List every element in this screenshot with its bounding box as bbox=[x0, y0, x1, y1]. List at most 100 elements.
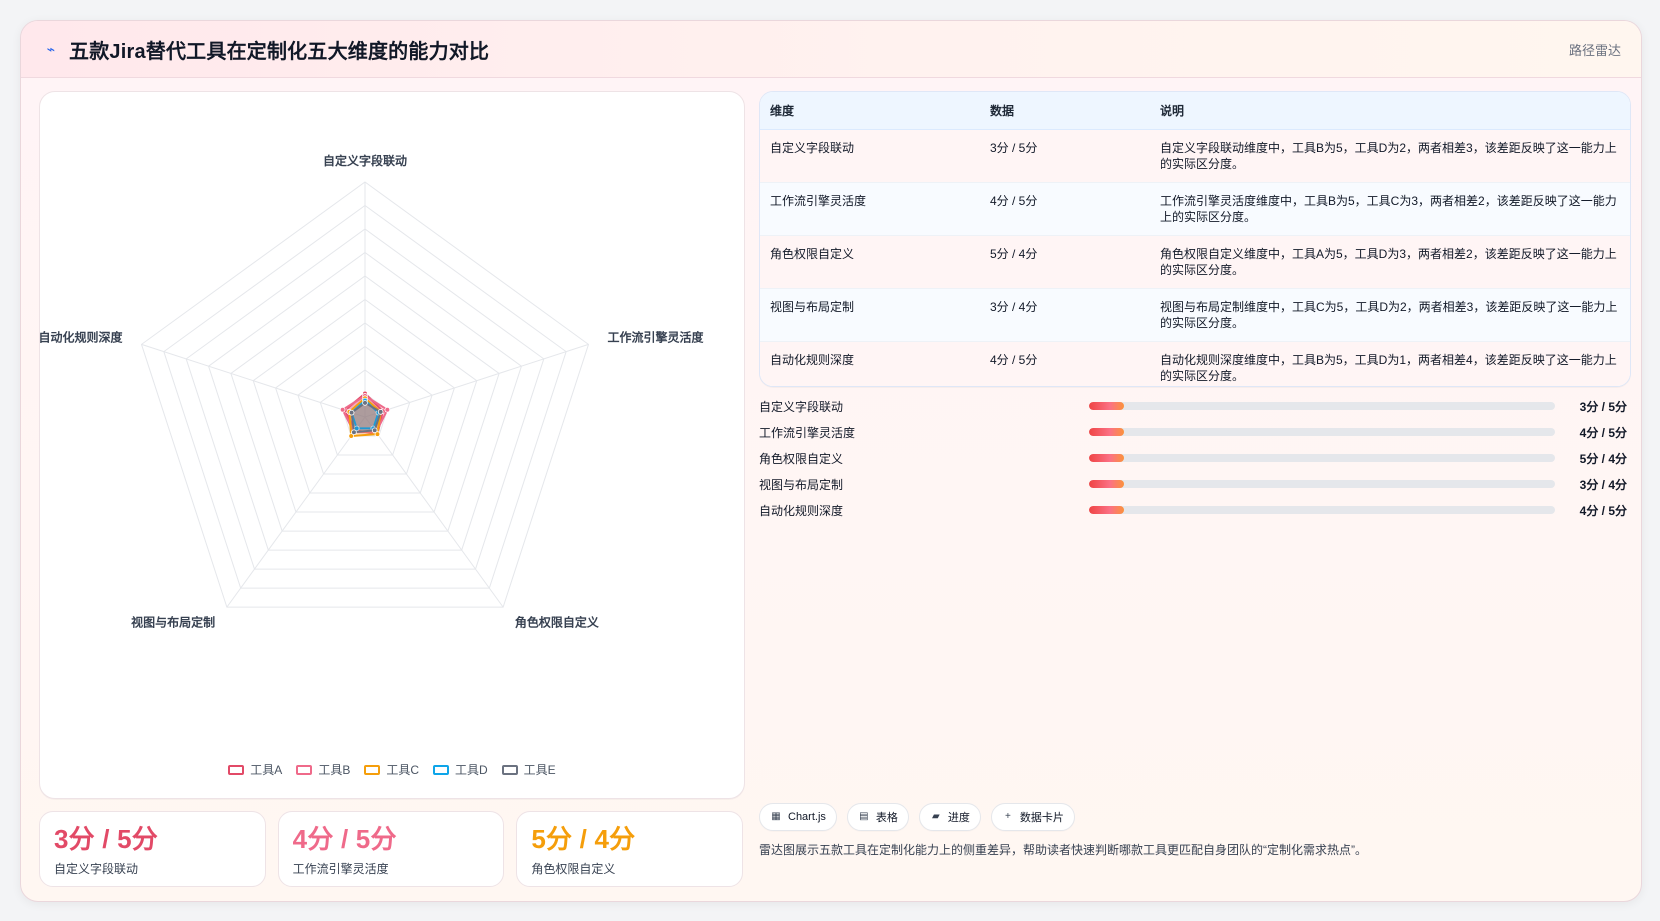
radar-point bbox=[339, 406, 346, 413]
progress-value: 4分 / 5分 bbox=[1579, 425, 1627, 440]
progress-label: 自动化规则深度 bbox=[759, 503, 844, 518]
legend-label: 工具E bbox=[523, 763, 556, 777]
chips: ▦ Chart.js ▤ 表格 ▰ 进度 + 数据卡片 bbox=[759, 803, 1629, 831]
stat-value-3: 5分 / 4分 bbox=[531, 824, 636, 854]
data-table: 维度 数据 说明 自定义字段联动 3分 / 5分 自定义字段联动维度中，工具B为… bbox=[760, 92, 1630, 386]
table-row: 自定义字段联动 3分 / 5分 自定义字段联动维度中，工具B为5，工具D为2，两… bbox=[760, 129, 1630, 183]
radar-point bbox=[351, 429, 357, 436]
progress-row: 工作流引擎灵活度 4分 / 5分 bbox=[759, 423, 1629, 441]
progress-bar bbox=[1089, 480, 1555, 488]
table-header-row: 维度 数据 说明 bbox=[760, 92, 1630, 130]
radar-series bbox=[339, 390, 391, 439]
title-wrap: ⌁ 五款Jira替代工具在定制化五大维度的能力对比 bbox=[43, 35, 489, 64]
stat-value-2: 4分 / 5分 bbox=[292, 824, 397, 854]
table-body: 自定义字段联动 3分 / 5分 自定义字段联动维度中，工具B为5，工具D为2，两… bbox=[760, 129, 1630, 386]
legend: 工具A 工具B 工具C 工具D 工具E bbox=[40, 761, 744, 778]
progress-label: 视图与布局定制 bbox=[759, 477, 844, 492]
progress-value: 3分 / 4分 bbox=[1579, 477, 1627, 492]
progress-fill bbox=[1089, 402, 1124, 410]
footer-note: 雷达图展示五款工具在定制化能力上的侧重差异，帮助读者快速判断哪款工具更匹配自身团… bbox=[759, 843, 1367, 857]
chip-progress[interactable]: ▰ 进度 bbox=[918, 803, 981, 831]
stat-label-2: 工作流引擎灵活度 bbox=[292, 862, 389, 876]
table-cell-dim: 自定义字段联动 bbox=[760, 129, 980, 183]
progress-row: 角色权限自定义 5分 / 4分 bbox=[759, 449, 1629, 467]
table-header-note: 说明 bbox=[1150, 92, 1630, 130]
legend-swatch bbox=[296, 764, 313, 775]
legend-label: 工具A bbox=[250, 763, 283, 777]
chart-icon: ▦ bbox=[771, 811, 781, 822]
table-cell-data: 4分 / 5分 bbox=[980, 182, 1150, 236]
dashboard-frame: ⌁ 五款Jira替代工具在定制化五大维度的能力对比 路径雷达 自定义字段联动 工作… bbox=[20, 20, 1642, 902]
table-cell-note: 工作流引擎灵活度维度中，工具B为5，工具C为3，两者相差2，该差距反映了这一能力… bbox=[1150, 182, 1630, 236]
chip-label: 表格 bbox=[875, 812, 898, 824]
table-row: 角色权限自定义 5分 / 4分 角色权限自定义维度中，工具A为5，工具D为3，两… bbox=[760, 235, 1630, 289]
bottom-right: ▦ Chart.js ▤ 表格 ▰ 进度 + 数据卡片 雷达图展示五款工具在定制… bbox=[759, 803, 1629, 858]
progress-row: 自动化规则深度 4分 / 5分 bbox=[759, 501, 1629, 519]
progress-bar bbox=[1089, 506, 1555, 514]
radar-point bbox=[377, 409, 384, 415]
table-header-data: 数据 bbox=[980, 92, 1150, 130]
radar-point bbox=[384, 406, 391, 413]
legend-swatch bbox=[433, 764, 449, 775]
chip-chartjs[interactable]: ▦ Chart.js bbox=[759, 803, 837, 831]
table-cell-note: 自定义字段联动维度中，工具B为5，工具D为2，两者相差3，该差距反映了这一能力上… bbox=[1150, 129, 1630, 183]
progress-icon: ▰ bbox=[932, 811, 940, 822]
legend-item[interactable]: 工具E bbox=[501, 761, 556, 778]
legend-item[interactable]: 工具D bbox=[433, 761, 488, 778]
table-head: 维度 数据 说明 bbox=[760, 92, 1630, 130]
progress-value: 3分 / 5分 bbox=[1579, 399, 1627, 414]
progress-fill bbox=[1089, 506, 1124, 514]
table-icon: ▤ bbox=[859, 811, 869, 822]
legend-swatch bbox=[364, 764, 381, 775]
table-cell-data: 3分 / 5分 bbox=[980, 129, 1150, 183]
progress-label: 角色权限自定义 bbox=[759, 451, 844, 466]
table-header-dim: 维度 bbox=[760, 92, 980, 130]
legend-item[interactable]: 工具C bbox=[364, 761, 419, 778]
radar-point bbox=[362, 400, 368, 406]
table-card: 维度 数据 说明 自定义字段联动 3分 / 5分 自定义字段联动维度中，工具B为… bbox=[759, 91, 1631, 387]
legend-swatch bbox=[501, 764, 518, 775]
radar-point bbox=[371, 427, 378, 434]
legend-label: 工具D bbox=[455, 763, 488, 777]
table-cell-note: 角色权限自定义维度中，工具A为5，工具D为3，两者相差2，该差距反映了这一能力上… bbox=[1150, 235, 1630, 289]
chip-label: Chart.js bbox=[788, 811, 826, 823]
chart-line-icon: ⌁ bbox=[46, 41, 56, 57]
stats-cards: 3分 / 5分 自定义字段联动 4分 / 5分 工作流引擎灵活度 5分 / 4分… bbox=[39, 811, 744, 887]
table-cell-dim: 自动化规则深度 bbox=[770, 353, 855, 367]
stat-label-1: 自定义字段联动 bbox=[54, 862, 139, 876]
progress-label: 工作流引擎灵活度 bbox=[759, 425, 856, 440]
legend-label: 工具C bbox=[386, 763, 419, 777]
progress-bar bbox=[1089, 402, 1555, 410]
radar-axis-label: 自动化规则深度 bbox=[40, 329, 123, 344]
progress-value: 5分 / 4分 bbox=[1579, 451, 1627, 466]
radar-axis bbox=[141, 343, 366, 418]
page-title: 五款Jira替代工具在定制化五大维度的能力对比 bbox=[69, 40, 490, 63]
radar-chart: 自定义字段联动工作流引擎灵活度角色权限自定义 视图与布局定制 自动化规则深度 bbox=[40, 153, 705, 629]
table-cell-data: 3分 / 4分 bbox=[980, 288, 1150, 342]
legend-label: 工具B bbox=[318, 763, 351, 777]
radar-point bbox=[348, 409, 355, 416]
legend-item[interactable]: 工具A bbox=[228, 761, 282, 778]
stat-card-2: 4分 / 5分 工作流引擎灵活度 bbox=[277, 811, 505, 887]
chip-label: 进度 bbox=[947, 812, 970, 824]
legend-item[interactable]: 工具B bbox=[296, 761, 350, 778]
table-row: 自动化规则深度 4分 / 5分 自动化规则深度维度中，工具B为5，工具D为1，两… bbox=[760, 341, 1630, 386]
table-row: 视图与布局定制 3分 / 4分 视图与布局定制维度中，工具C为5，工具D为2，两… bbox=[760, 288, 1630, 342]
plus-icon: + bbox=[1004, 811, 1011, 822]
radar-axis bbox=[364, 343, 589, 418]
header-tag: 路径雷达 bbox=[1568, 42, 1621, 58]
chip-cards[interactable]: + 数据卡片 bbox=[990, 803, 1075, 831]
table-cell-dim: 视图与布局定制 bbox=[760, 288, 980, 342]
radar-card: 自定义字段联动 工作流引擎灵活度 角色权限自定义 视图与布局定制 自动化规则深度 工具A… bbox=[39, 91, 745, 799]
header: ⌁ 五款Jira替代工具在定制化五大维度的能力对比 路径雷达 bbox=[21, 21, 1641, 78]
radar-axis-label: 视图与布局定制 bbox=[131, 614, 215, 629]
chip-table[interactable]: ▤ 表格 bbox=[846, 803, 909, 831]
table-cell-note: 视图与布局定制维度中，工具C为5，工具D为2，两者相差3，该差距反映了这一能力上… bbox=[1150, 288, 1630, 342]
progress-row: 视图与布局定制 3分 / 4分 bbox=[759, 475, 1629, 493]
progress-label: 自定义字段联动 bbox=[759, 399, 844, 414]
stat-label-3: 角色权限自定义 bbox=[531, 862, 616, 876]
radar-labels: 自定义字段联动工作流引擎灵活度角色权限自定义 视图与布局定制 自动化规则深度 bbox=[40, 153, 705, 629]
table-row: 工作流引擎灵活度 4分 / 5分 工作流引擎灵活度维度中，工具B为5，工具C为3… bbox=[760, 182, 1630, 236]
progress-fill bbox=[1089, 480, 1124, 488]
stat-card-3: 5分 / 4分 角色权限自定义 bbox=[516, 811, 744, 887]
